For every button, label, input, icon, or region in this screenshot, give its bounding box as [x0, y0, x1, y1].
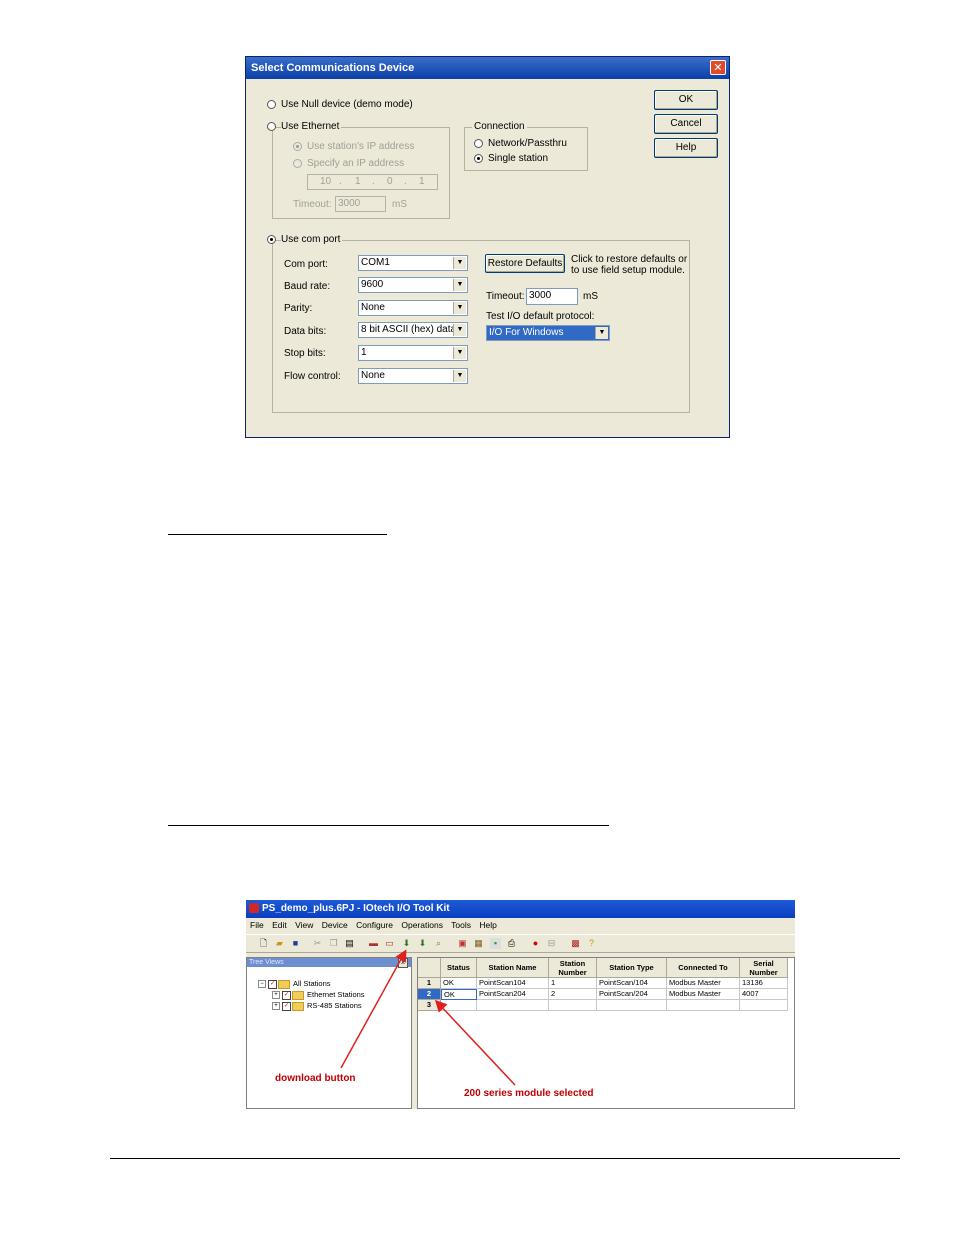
- callout-download-button: download button: [275, 1073, 356, 1084]
- selected-arrow: [434, 999, 516, 1086]
- download-arrow: [340, 949, 407, 1069]
- annotation-arrows: [340, 949, 516, 1086]
- callout-module-selected: 200 series module selected: [464, 1088, 594, 1099]
- footer-rule: [110, 1158, 900, 1159]
